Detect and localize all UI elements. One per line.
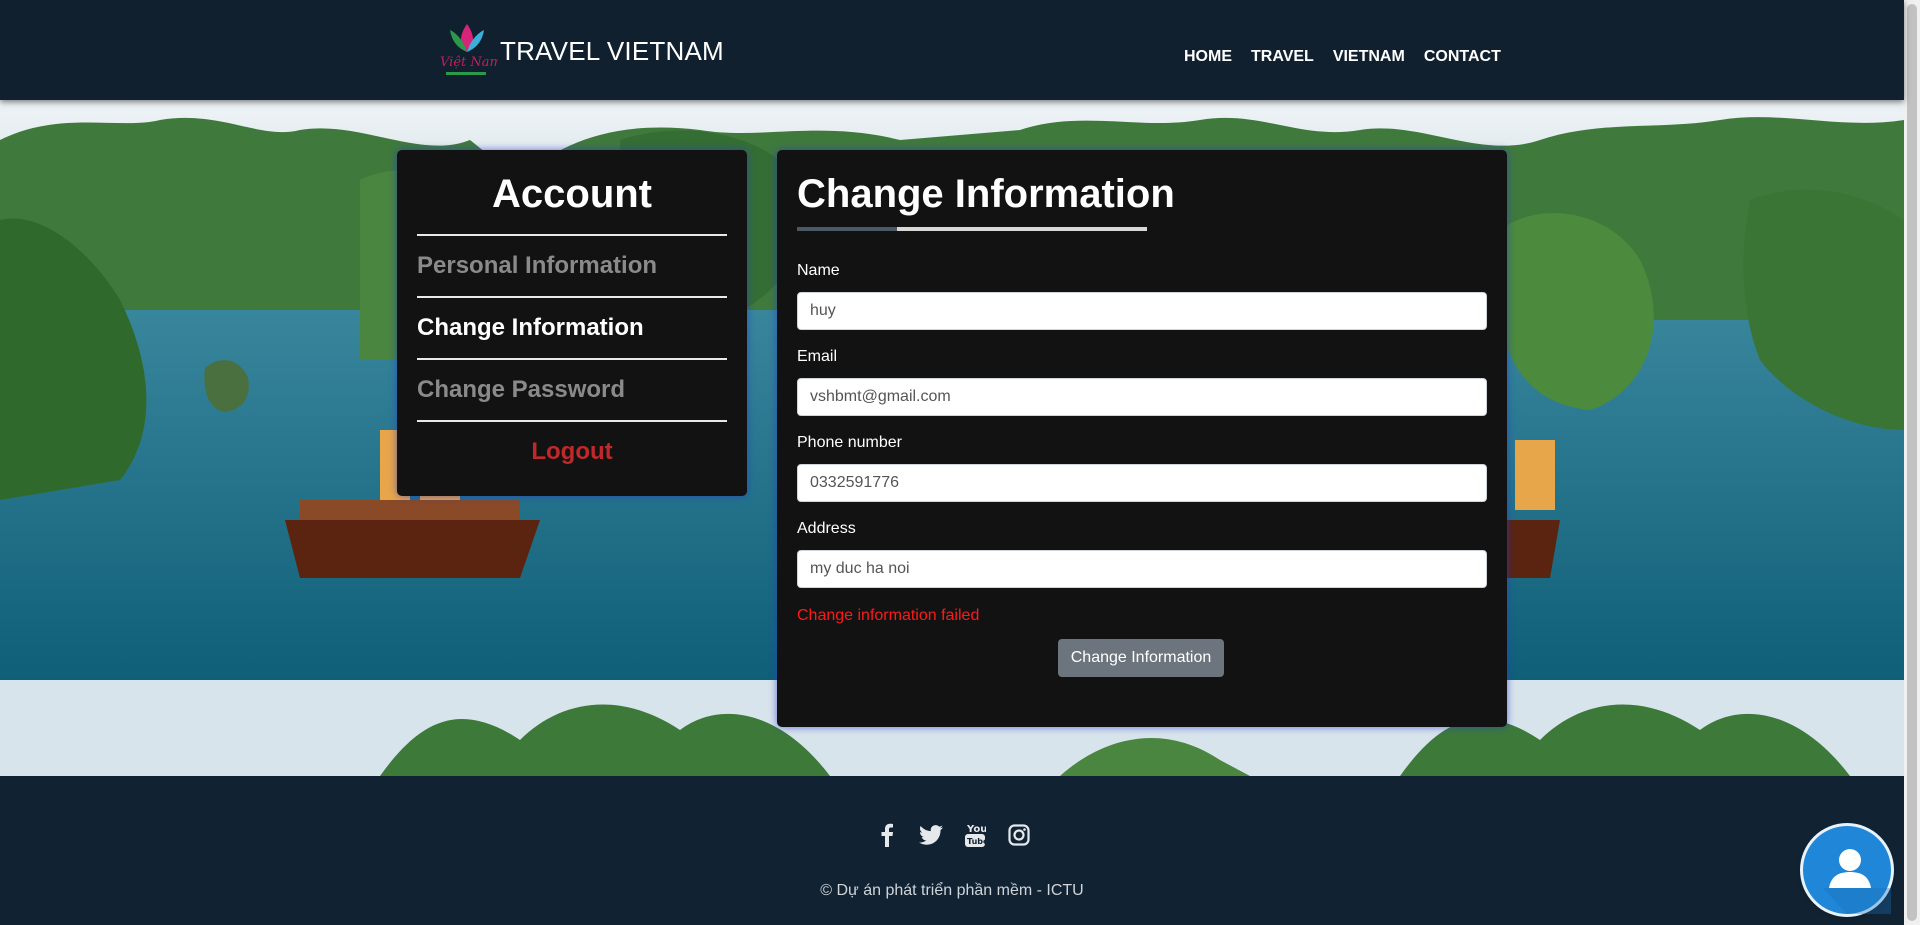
title-underline-accent	[797, 227, 897, 231]
change-information-button[interactable]: Change Information	[1058, 639, 1224, 677]
email-label: Email	[797, 348, 838, 365]
nav-travel[interactable]: TRAVEL	[1251, 48, 1314, 66]
menu-personal-information[interactable]: Personal Information	[417, 234, 727, 296]
scrollbar-thumb[interactable]	[1907, 4, 1917, 921]
youtube-icon[interactable]: You Tube	[962, 822, 988, 848]
chat-button[interactable]	[1803, 826, 1891, 914]
name-label: Name	[797, 262, 840, 279]
page-scrollbar[interactable]	[1904, 0, 1920, 925]
nav-contact[interactable]: CONTACT	[1424, 48, 1501, 66]
facebook-icon[interactable]	[874, 822, 900, 848]
social-links: You Tube	[874, 822, 1032, 848]
logout-link[interactable]: Logout	[417, 420, 727, 482]
change-information-form: Change Information Name Email Phone numb…	[777, 150, 1507, 727]
svg-text:Việt Nam: Việt Nam	[440, 55, 498, 70]
nav-home[interactable]: HOME	[1184, 48, 1232, 66]
address-input[interactable]	[797, 550, 1487, 588]
name-input[interactable]	[797, 292, 1487, 330]
nav-vietnam[interactable]: VIETNAM	[1333, 48, 1405, 66]
account-menu-card: Account Personal Information Change Info…	[397, 150, 747, 496]
user-icon	[1823, 849, 1891, 914]
copyright-text: © Dự án phát triển phần mềm - ICTU	[820, 882, 1084, 899]
error-message: Change information failed	[797, 607, 980, 624]
title-underline	[797, 227, 1147, 231]
site-title[interactable]: TRAVEL VIETNAM	[500, 36, 724, 67]
twitter-icon[interactable]	[918, 822, 944, 848]
menu-change-password[interactable]: Change Password	[417, 358, 727, 420]
phone-input[interactable]	[797, 464, 1487, 502]
form-title: Change Information	[797, 172, 1175, 216]
account-title: Account	[492, 172, 652, 216]
site-header: Việt Nam TRAVEL VIETNAM HOME TRAVEL VIET…	[0, 0, 1904, 100]
address-label: Address	[797, 520, 856, 537]
phone-label: Phone number	[797, 434, 902, 451]
svg-text:You: You	[966, 824, 986, 835]
email-input[interactable]	[797, 378, 1487, 416]
main-nav: HOME TRAVEL VIETNAM CONTACT	[1184, 48, 1520, 66]
svg-text:Tube: Tube	[967, 837, 986, 846]
menu-change-information[interactable]: Change Information	[417, 296, 727, 358]
site-logo[interactable]: Việt Nam	[436, 16, 502, 80]
instagram-icon[interactable]	[1006, 822, 1032, 848]
